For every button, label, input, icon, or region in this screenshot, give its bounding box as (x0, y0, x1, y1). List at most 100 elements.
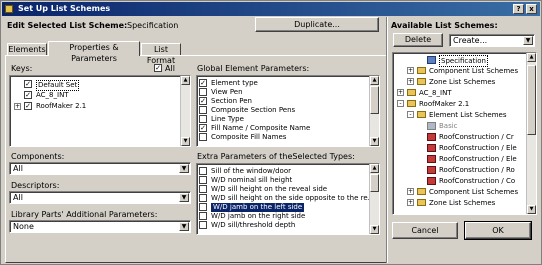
title-bar: Set Up List Schemes ? x (2, 2, 540, 16)
param-label: Sill of the window/door (211, 167, 291, 175)
collapse-icon[interactable]: - (407, 111, 414, 118)
chevron-down-icon[interactable]: ▼ (523, 36, 533, 45)
library-parts-label: Library Parts' Additional Parameters: (11, 210, 158, 219)
keys-all-checkbox[interactable]: ✓ (154, 64, 162, 72)
scroll-up-icon[interactable]: ▲ (181, 76, 190, 85)
duplicate-button[interactable]: Duplicate... (255, 17, 379, 32)
param-checkbox[interactable]: ✓ (199, 124, 207, 132)
tree-item-label: RoofConstruction / Ro (439, 166, 515, 174)
tree-item-label: Basic (439, 122, 458, 130)
param-checkbox[interactable] (199, 212, 207, 220)
global-params-label: Global Element Parameters: (197, 64, 310, 73)
scheme-icon (427, 133, 436, 141)
edit-scheme-label: Edit Selected List Scheme: (7, 21, 128, 30)
param-label: W/D nominal sill height (211, 176, 293, 184)
tab-elements[interactable]: Elements (7, 43, 47, 55)
param-label: Composite Section Pens (211, 106, 296, 114)
keys-label: Keys: (11, 64, 33, 73)
scroll-down-icon[interactable]: ▼ (181, 137, 190, 146)
param-label: W/D jamb on the right side (211, 212, 306, 220)
chevron-down-icon[interactable]: ▼ (179, 193, 189, 202)
expand-icon[interactable]: + (397, 89, 404, 96)
param-label: Composite Fill Names (211, 133, 287, 141)
tree-item-label: Component List Schemes (429, 188, 519, 196)
param-checkbox[interactable] (199, 133, 207, 141)
expand-icon[interactable]: + (14, 103, 21, 110)
expand-icon[interactable]: + (407, 78, 414, 85)
close-button[interactable]: x (526, 4, 537, 14)
chevron-down-icon[interactable]: ▼ (179, 222, 189, 231)
scheme-icon (427, 166, 436, 174)
scroll-up-icon[interactable]: ▲ (370, 76, 379, 85)
param-checkbox[interactable]: ✓ (199, 79, 207, 87)
global-params-list[interactable]: ✓ Element type View Pen ✓ Section Pen Comp… (196, 75, 380, 147)
library-parts-dropdown[interactable]: None ▼ (9, 220, 191, 233)
scroll-down-icon[interactable]: ▼ (370, 225, 379, 234)
scroll-up-icon[interactable]: ▲ (370, 164, 379, 173)
scheme-icon (427, 144, 436, 152)
param-label: W/D jamb on the left side (211, 203, 305, 212)
param-checkbox[interactable] (199, 106, 207, 114)
library-parts-value: None (13, 222, 34, 231)
keys-scrollbar[interactable]: ▲ ▼ (180, 76, 190, 146)
key-checkbox[interactable]: ✓ (24, 102, 32, 110)
param-checkbox[interactable]: ✓ (199, 97, 207, 105)
tab-properties-parameters[interactable]: Properties & Parameters (48, 41, 140, 63)
scroll-thumb[interactable] (370, 174, 379, 192)
scroll-thumb[interactable] (527, 65, 536, 135)
expand-icon[interactable]: + (407, 67, 414, 74)
extra-params-scrollbar[interactable]: ▲ ▼ (369, 164, 379, 234)
help-button[interactable]: ? (513, 4, 524, 14)
keys-list[interactable]: ✓ Default Set ✓ AC_8_INT ✓ RoofMaker 2.1… (9, 75, 191, 147)
scroll-down-icon[interactable]: ▼ (370, 137, 379, 146)
param-checkbox[interactable] (199, 221, 207, 229)
param-checkbox[interactable] (199, 185, 207, 193)
descriptors-value: All (13, 193, 23, 202)
extra-params-list[interactable]: Sill of the window/door W/D nominal sill… (196, 163, 380, 235)
param-checkbox[interactable] (199, 203, 207, 211)
ok-button[interactable]: OK (464, 221, 532, 240)
schemes-tree[interactable]: Specification + Component List Schemes + Z… (392, 52, 537, 215)
global-params-scrollbar[interactable]: ▲ ▼ (369, 76, 379, 146)
tree-item-label: RoofConstruction / Cr (439, 133, 514, 141)
param-checkbox[interactable] (199, 115, 207, 123)
tree-item-label: Zone List Schemes (429, 78, 496, 86)
scheme-icon (427, 56, 436, 64)
folder-icon (407, 100, 416, 107)
components-dropdown[interactable]: All ▼ (9, 162, 191, 175)
scroll-down-icon[interactable]: ▼ (527, 205, 536, 214)
tree-scrollbar[interactable]: ▲ ▼ (526, 53, 536, 214)
expand-icon[interactable]: + (407, 188, 414, 195)
folder-icon (417, 78, 426, 85)
window-title: Set Up List Schemes (18, 4, 111, 13)
create-dropdown[interactable]: Create... ▼ (449, 34, 535, 47)
param-label: Element type (211, 79, 258, 87)
tree-item-label: RoofConstruction / Co (439, 177, 516, 185)
tree-item-label: RoofConstruction / Ele (439, 155, 517, 163)
key-label: Default Set (36, 80, 80, 91)
cancel-button[interactable]: Cancel (392, 222, 458, 239)
scheme-name: Specification (127, 21, 179, 30)
chevron-down-icon[interactable]: ▼ (179, 164, 189, 173)
delete-button[interactable]: Delete (393, 33, 443, 47)
scheme-icon (427, 155, 436, 163)
folder-icon (417, 111, 426, 118)
param-label: Fill Name / Composite Name (211, 124, 311, 132)
scroll-thumb[interactable] (370, 86, 379, 114)
key-checkbox[interactable]: ✓ (24, 80, 32, 88)
components-value: All (13, 164, 23, 173)
tree-item-label: Element List Schemes (429, 111, 507, 119)
tab-list-format[interactable]: List Format (141, 43, 181, 65)
key-checkbox[interactable]: ✓ (24, 91, 32, 99)
scroll-up-icon[interactable]: ▲ (527, 53, 536, 62)
param-checkbox[interactable] (199, 167, 207, 175)
scheme-icon (427, 177, 436, 185)
param-checkbox[interactable] (199, 194, 207, 202)
param-label: W/D sill height on the side opposite to … (211, 194, 375, 202)
key-label: RoofMaker 2.1 (36, 102, 87, 110)
expand-icon[interactable]: + (407, 199, 414, 206)
param-checkbox[interactable] (199, 176, 207, 184)
descriptors-dropdown[interactable]: All ▼ (9, 191, 191, 204)
param-checkbox[interactable] (199, 88, 207, 96)
collapse-icon[interactable]: - (397, 100, 404, 107)
